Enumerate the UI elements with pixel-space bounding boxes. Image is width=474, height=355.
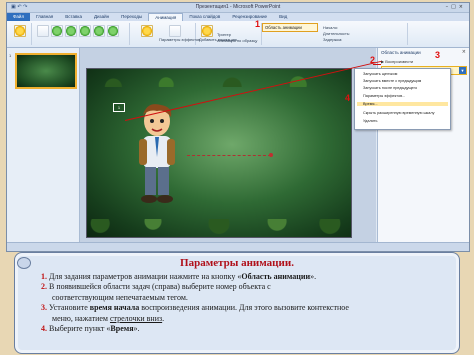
motion-path-end bbox=[269, 153, 273, 157]
float-in-effect-icon[interactable] bbox=[93, 25, 105, 37]
menu-item-on-click[interactable]: Запускать щелчком bbox=[363, 72, 397, 76]
slides-pane: 1 bbox=[7, 48, 80, 243]
menu-item-remove[interactable]: Удалить bbox=[363, 119, 378, 123]
delay-label: Задержка: bbox=[323, 37, 343, 42]
none-effect-icon[interactable] bbox=[37, 25, 49, 37]
menu-item-after-previous[interactable]: Запускать после предыдущего bbox=[363, 86, 417, 90]
tab-insert[interactable]: Вставка bbox=[59, 13, 88, 21]
marker-3: 3 bbox=[435, 50, 441, 60]
appear-effect-icon[interactable] bbox=[51, 25, 63, 37]
painter-button[interactable]: Анимация по образцу bbox=[217, 38, 257, 43]
trigger-button[interactable]: Триггер bbox=[217, 32, 231, 37]
split-effect-icon[interactable] bbox=[107, 25, 119, 37]
step-3: 3. Установите время начала воспроизведен… bbox=[41, 303, 349, 323]
fly-in-effect-icon[interactable] bbox=[79, 25, 91, 37]
star-effect-icon[interactable] bbox=[141, 25, 153, 37]
tab-view[interactable]: Вид bbox=[273, 13, 293, 21]
instruction-list: 1. Для задания параметров анимации нажми… bbox=[41, 272, 449, 334]
menu-item-effect-options[interactable]: Параметры эффектов... bbox=[363, 94, 405, 98]
motion-path[interactable] bbox=[187, 155, 271, 156]
leaf-border-bottom bbox=[87, 219, 351, 237]
add-animation-icon[interactable] bbox=[201, 25, 213, 37]
window-controls[interactable]: –□× bbox=[446, 4, 466, 10]
ribbon-animation: Параметры эффектов Добавить анимацию Три… bbox=[7, 21, 469, 48]
annotation-line-2 bbox=[373, 64, 381, 65]
slide-canvas[interactable]: 1 bbox=[86, 68, 352, 238]
instruction-title: Параметры анимации. bbox=[180, 257, 294, 269]
slide-thumbnail[interactable] bbox=[15, 53, 77, 89]
animation-tag[interactable]: 1 bbox=[113, 103, 125, 112]
dropdown-arrow-icon[interactable]: ▼ bbox=[459, 67, 466, 74]
effect-options-icon[interactable] bbox=[169, 25, 181, 37]
fade-effect-icon[interactable] bbox=[65, 25, 77, 37]
tab-transitions[interactable]: Переходы bbox=[115, 13, 148, 21]
tab-slideshow[interactable]: Показ слайдов bbox=[183, 13, 226, 21]
play-button[interactable]: ▶ Воспроизвести bbox=[381, 59, 413, 64]
status-bar bbox=[7, 242, 469, 251]
preview-group bbox=[9, 23, 32, 45]
animation-gallery-group bbox=[33, 23, 130, 45]
menu-item-timing[interactable]: Время... bbox=[357, 102, 448, 106]
duration-label: Длительность: bbox=[323, 31, 351, 36]
task-pane-title: Область анимации bbox=[381, 50, 421, 55]
advanced-animation-group: Добавить анимацию Триггер Анимация по об… bbox=[197, 23, 262, 45]
powerpoint-window: ▣ ↶ ↷ Презентация1 - Microsoft PowerPoin… bbox=[6, 2, 470, 252]
window-title: Презентация1 - Microsoft PowerPoint bbox=[195, 4, 281, 10]
marker-4: 4 bbox=[345, 93, 351, 103]
marker-1: 1 bbox=[255, 19, 261, 29]
menu-item-with-previous[interactable]: Запускать вместе с предыдущим bbox=[363, 79, 421, 83]
tab-review[interactable]: Рецензирование bbox=[226, 13, 273, 21]
slide-number: 1 bbox=[9, 53, 12, 58]
start-label: Начало: bbox=[323, 25, 339, 30]
tab-animation[interactable]: Анимация bbox=[148, 13, 184, 21]
tab-design[interactable]: Дизайн bbox=[88, 13, 115, 21]
instruction-panel: Параметры анимации. 1. Для задания парам… bbox=[14, 252, 460, 354]
step-4: 4. Выберите пункт «Время». bbox=[41, 324, 140, 334]
animation-pane-button[interactable]: Область анимации bbox=[262, 23, 318, 32]
ribbon-tabs: Файл Главная Вставка Дизайн Переходы Ани… bbox=[7, 13, 469, 21]
effect-options-label: Параметры эффектов bbox=[159, 37, 201, 42]
slide-editor: 1 bbox=[80, 48, 376, 243]
title-bar: ▣ ↶ ↷ Презентация1 - Microsoft PowerPoin… bbox=[7, 3, 469, 13]
step-1: 1. Для задания параметров анимации нажми… bbox=[41, 272, 317, 281]
effect-options-group: Параметры эффектов bbox=[131, 23, 200, 45]
context-menu: Запускать щелчком Запускать вместе с пре… bbox=[354, 68, 451, 130]
tab-file[interactable]: Файл bbox=[7, 13, 31, 21]
timing-group: Начало: Длительность: Задержка: bbox=[319, 23, 408, 45]
close-icon[interactable]: × bbox=[462, 49, 466, 55]
menu-item-hide-timeline[interactable]: Скрыть расширенную временную шкалу bbox=[363, 111, 435, 115]
tab-home[interactable]: Главная bbox=[30, 13, 59, 21]
step-2: 2. В появившейся области задач (справа) … bbox=[41, 282, 271, 302]
preview-icon[interactable] bbox=[14, 25, 26, 37]
